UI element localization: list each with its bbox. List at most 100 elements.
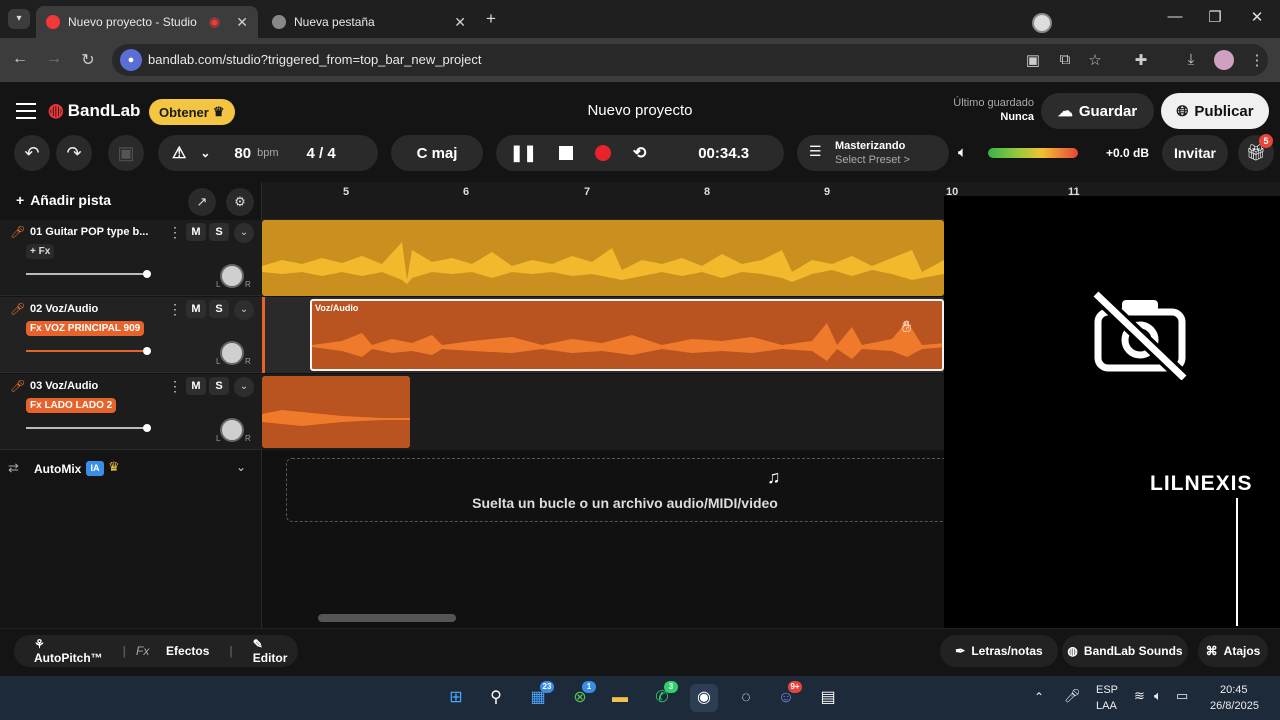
solo-button[interactable]: S: [209, 300, 229, 318]
track-name[interactable]: 02 Voz/Audio: [30, 303, 160, 315]
automation-icon[interactable]: ↗: [188, 188, 216, 216]
master-volume-knob[interactable]: [1032, 13, 1052, 33]
invite-button[interactable]: Invitar: [1162, 135, 1228, 171]
battery-icon[interactable]: ▭: [1176, 688, 1188, 704]
publish-button[interactable]: 🌐︎ Publicar: [1161, 93, 1269, 129]
stop-icon[interactable]: [558, 146, 573, 160]
install-app-icon[interactable]: ⧉: [1056, 51, 1074, 68]
search-icon[interactable]: ⚲: [482, 684, 510, 712]
solo-button[interactable]: S: [209, 223, 229, 241]
close-tab-icon[interactable]: ✕: [236, 14, 248, 31]
metronome-icon[interactable]: ⚠︎: [172, 143, 186, 163]
volume-slider-knob[interactable]: [143, 424, 151, 432]
pan-knob[interactable]: [220, 418, 244, 442]
bookmark-star-icon[interactable]: ☆: [1086, 51, 1104, 69]
fx-chain-button[interactable]: Fx VOZ PRINCIPAL 909: [26, 321, 145, 336]
close-window-icon[interactable]: ✕: [1242, 8, 1272, 26]
horizontal-scrollbar[interactable]: [318, 614, 456, 622]
app-icon[interactable]: ◌: [732, 684, 760, 712]
add-fx-button[interactable]: + Fx: [26, 244, 55, 259]
url-field[interactable]: ● bandlab.com/studio?triggered_from=top_…: [112, 44, 1268, 76]
shortcuts-button[interactable]: ⌘ Atajos: [1198, 635, 1268, 667]
track-header-3[interactable]: 🎤︎ 03 Voz/Audio ⋮ M S ⌄ Fx LADO LADO 2 L…: [0, 374, 262, 450]
mastering-button[interactable]: ☰ Masterizando Select Preset >: [797, 135, 949, 171]
pause-icon[interactable]: ❚❚: [510, 143, 537, 163]
lang-layout[interactable]: LAA: [1096, 700, 1117, 712]
lyrics-button[interactable]: ✒ Letras/notas: [940, 635, 1058, 667]
track-menu-icon[interactable]: ⋮: [168, 378, 182, 395]
obtener-button[interactable]: Obtener ♛: [149, 99, 235, 125]
record-icon[interactable]: [594, 145, 611, 161]
mute-button[interactable]: M: [186, 300, 206, 318]
translate-icon[interactable]: ▣: [1024, 51, 1042, 69]
save-button[interactable]: ☁ Guardar: [1041, 93, 1154, 129]
windows-start-icon[interactable]: ⊞: [442, 684, 470, 712]
chevron-up-icon[interactable]: ⌃: [1034, 690, 1044, 704]
track-header-2[interactable]: 🎤︎ 02 Voz/Audio ⋮ M S ⌄ Fx VOZ PRINCIPAL…: [0, 297, 262, 373]
hamburger-menu-icon[interactable]: [16, 103, 36, 119]
profile-avatar[interactable]: [1214, 50, 1234, 70]
speaker-icon[interactable]: 🔈︎: [1154, 688, 1162, 704]
redo-icon[interactable]: ↷: [56, 135, 92, 171]
bpm-value[interactable]: 80: [234, 145, 251, 162]
add-track-button[interactable]: + Añadir pista: [16, 192, 111, 208]
loop-icon[interactable]: ⟲: [633, 143, 646, 163]
master-volume-meter[interactable]: [988, 148, 1078, 158]
chevron-down-icon[interactable]: ⌄: [234, 377, 254, 397]
pan-knob[interactable]: [220, 341, 244, 365]
audio-region-selected[interactable]: Voz/Audio: [310, 299, 944, 371]
chevron-down-icon[interactable]: ⌄: [234, 300, 254, 320]
pan-knob[interactable]: [220, 264, 244, 288]
download-icon[interactable]: ⤓: [1182, 51, 1200, 68]
volume-slider-knob[interactable]: [143, 270, 151, 278]
track-name[interactable]: 01 Guitar POP type b...: [30, 226, 160, 238]
maximize-icon[interactable]: ❐: [1200, 8, 1230, 26]
volume-slider-knob[interactable]: [143, 347, 151, 355]
mute-button[interactable]: M: [186, 223, 206, 241]
track-lane-1[interactable]: [262, 220, 944, 296]
editor-button[interactable]: ✎ Editor: [233, 637, 308, 665]
volume-slider[interactable]: [26, 350, 148, 352]
key-selector[interactable]: C maj: [391, 135, 483, 171]
automix-row[interactable]: ⇄ AutoMix IA ♛ ⌄: [0, 450, 262, 488]
effects-button[interactable]: Fx Efectos: [126, 644, 229, 658]
menu-kebab-icon[interactable]: ⋮: [1248, 51, 1266, 69]
reload-icon[interactable]: ↻: [78, 50, 98, 70]
track-menu-icon[interactable]: ⋮: [168, 301, 182, 318]
new-tab-button[interactable]: +: [486, 9, 496, 29]
autopitch-button[interactable]: ⚘ AutoPitch™: [14, 637, 123, 665]
site-info-icon[interactable]: ●: [120, 49, 142, 71]
clock-time[interactable]: 20:45: [1220, 684, 1248, 696]
mixer-settings-icon[interactable]: ⚙: [226, 188, 254, 216]
forward-icon[interactable]: →: [44, 50, 64, 68]
track-menu-icon[interactable]: ⋮: [168, 224, 182, 241]
audio-region[interactable]: [262, 220, 944, 296]
chrome-icon[interactable]: ◉: [690, 684, 718, 712]
mute-button[interactable]: M: [186, 377, 206, 395]
tab-nuevo-proyecto[interactable]: Nuevo proyecto - Studio ◉ ✕: [36, 6, 258, 38]
track-lane-2[interactable]: Voz/Audio ✋︎: [262, 297, 944, 373]
undo-icon[interactable]: ↶: [14, 135, 50, 171]
chevron-down-icon[interactable]: ⌄: [236, 460, 246, 474]
snap-icon[interactable]: ▣: [108, 135, 144, 171]
lang-code[interactable]: ESP: [1096, 684, 1118, 696]
tab-nueva-pestana[interactable]: Nueva pestaña ✕: [262, 6, 476, 38]
clock-date[interactable]: 26/8/2025: [1210, 700, 1259, 712]
file-explorer-icon[interactable]: ▬: [606, 684, 634, 712]
metronome-dropdown-icon[interactable]: ⌄: [200, 146, 210, 160]
extensions-icon[interactable]: ✚: [1132, 51, 1150, 69]
volume-icon[interactable]: 🔈︎: [958, 144, 967, 161]
volume-slider[interactable]: [26, 273, 148, 275]
volume-slider[interactable]: [26, 427, 148, 429]
bandlab-sounds-button[interactable]: ◍ BandLab Sounds: [1062, 635, 1188, 667]
fx-chain-button[interactable]: Fx LADO LADO 2: [26, 398, 117, 413]
time-signature[interactable]: 4 / 4: [307, 145, 336, 162]
chevron-down-icon[interactable]: ⌄: [234, 223, 254, 243]
audio-region[interactable]: [262, 376, 410, 448]
bandlab-logo[interactable]: ◍ BandLab: [48, 100, 140, 121]
track-lane-3[interactable]: [262, 374, 944, 450]
track-header-1[interactable]: 🎤︎ 01 Guitar POP type b... ⋮ M S ⌄ + Fx …: [0, 220, 262, 296]
minimize-icon[interactable]: —: [1160, 8, 1190, 25]
solo-button[interactable]: S: [209, 377, 229, 395]
terminal-icon[interactable]: ▤: [814, 684, 842, 712]
